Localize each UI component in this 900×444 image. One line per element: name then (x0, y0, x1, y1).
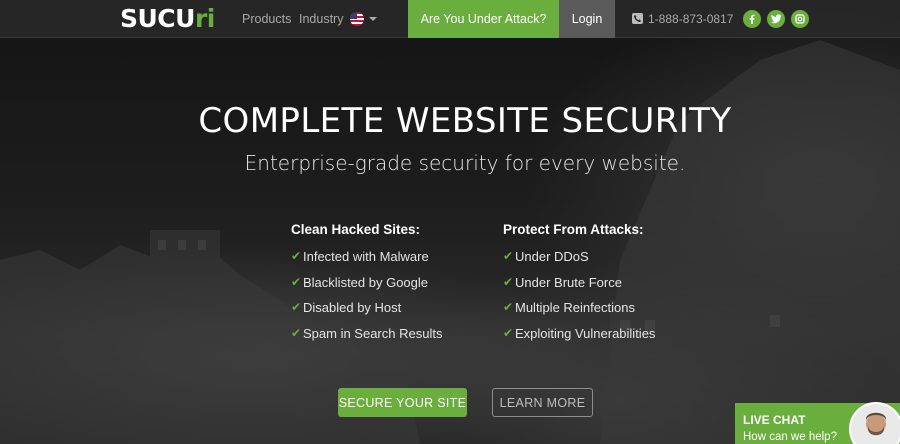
nav-industry-link[interactable]: Industry (299, 12, 343, 26)
list-item: ✔ Multiple Reinfections (503, 300, 635, 315)
protect-from-attacks-list: Protect From Attacks: ✔ Under DDoS ✔ Under… (503, 222, 655, 351)
check-icon: ✔ (291, 249, 302, 263)
check-icon: ✔ (503, 325, 514, 340)
twitter-icon[interactable] (767, 10, 785, 28)
check-icon: ✔ (291, 274, 302, 289)
facebook-icon[interactable] (743, 10, 761, 28)
learn-more-button[interactable]: LEARN MORE (492, 388, 593, 417)
page-title: COMPLETE WEBSITE SECURITY (198, 101, 732, 141)
clean-hacked-sites-list: Clean Hacked Sites: ✔ Infected with Malwa… (291, 222, 442, 351)
live-chat-title: LIVE CHAT (743, 413, 806, 427)
chevron-down-icon[interactable] (369, 17, 377, 21)
secure-your-site-button[interactable]: SECURE YOUR SITE (338, 388, 467, 417)
check-icon: ✔ (291, 300, 302, 314)
list-item: ✔ Under Brute Force (503, 274, 622, 290)
list-item: ✔ Spam in Search Results (291, 325, 443, 341)
phone-number[interactable]: 1-888-873-0817 (648, 12, 733, 26)
list-item: ✔ Under DDoS (503, 249, 589, 264)
check-icon: ✔ (291, 325, 302, 340)
list-title: Protect From Attacks: (503, 222, 644, 237)
top-nav: SUCUri Products Industry Are You Under A… (0, 0, 900, 38)
instagram-icon[interactable] (791, 10, 809, 28)
login-button[interactable]: Login (559, 0, 615, 38)
page-subtitle: Enterprise-grade security for every webs… (244, 151, 686, 175)
list-title: Clean Hacked Sites: (291, 222, 421, 237)
flag-us-icon[interactable] (350, 12, 364, 26)
list-item: ✔ Infected with Malware (291, 249, 429, 264)
check-icon: ✔ (503, 300, 514, 314)
list-item: ✔ Disabled by Host (291, 300, 402, 315)
hero-background (0, 0, 900, 444)
phone-icon (632, 13, 643, 24)
check-icon: ✔ (503, 274, 514, 289)
under-attack-button[interactable]: Are You Under Attack? (408, 0, 559, 38)
avatar[interactable] (849, 402, 900, 444)
town-silhouette (0, 40, 900, 444)
sucuri-logo[interactable]: SUCUri (120, 6, 215, 32)
live-chat-subtitle: How can we help? (743, 431, 837, 443)
list-item: ✔ Exploiting Vulnerabilities (503, 325, 656, 341)
list-item: ✔ Blacklisted by Google (291, 274, 429, 290)
nav-products-link[interactable]: Products (242, 12, 291, 26)
check-icon: ✔ (503, 249, 514, 263)
